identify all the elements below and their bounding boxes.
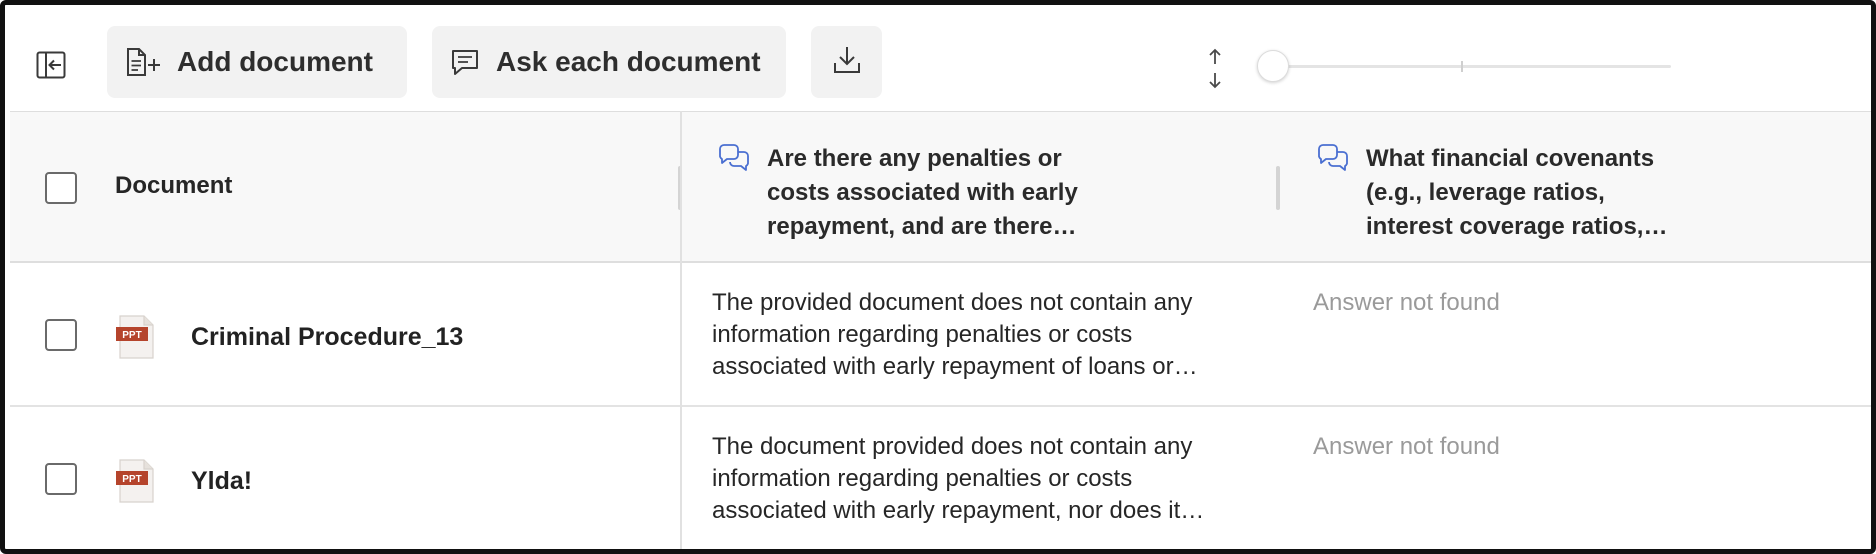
row-height-slider[interactable]	[1257, 49, 1671, 85]
app-window: Add document Ask each document Document …	[0, 0, 1876, 554]
add-document-label: Add document	[177, 46, 373, 77]
document-table: Document Are there any penalties or cost…	[10, 111, 1871, 549]
answer-not-found[interactable]: Answer not found	[1313, 287, 1500, 319]
table-row[interactable]: PPT Criminal Procedure_13 The provided d…	[10, 263, 1871, 407]
column-divider	[680, 111, 682, 549]
table-header: Document Are there any penalties or cost…	[10, 111, 1871, 263]
ppt-file-icon: PPT	[116, 315, 156, 359]
ppt-file-icon: PPT	[116, 459, 156, 503]
toolbar: Add document Ask each document	[5, 5, 1871, 108]
select-all-checkbox[interactable]	[45, 172, 77, 204]
question-column-header[interactable]: What financial covenants (e.g., leverage…	[1366, 142, 1696, 244]
download-icon	[832, 44, 862, 81]
answer-cell[interactable]: The document provided does not contain a…	[712, 431, 1242, 527]
slider-thumb[interactable]	[1257, 50, 1289, 82]
column-resize-handle[interactable]	[1276, 166, 1280, 210]
document-add-icon	[125, 47, 161, 77]
row-checkbox[interactable]	[45, 319, 77, 351]
ask-each-document-button[interactable]: Ask each document	[432, 26, 786, 98]
slider-track	[1269, 65, 1671, 68]
add-document-button[interactable]: Add document	[107, 26, 407, 98]
sidebar-collapse-icon[interactable]	[31, 45, 71, 85]
ppt-badge-text: PPT	[122, 330, 141, 341]
document-name[interactable]: Criminal Procedure_13	[191, 323, 463, 352]
answer-not-found[interactable]: Answer not found	[1313, 431, 1500, 463]
chat-bubbles-icon	[717, 144, 751, 172]
vertical-resize-icon[interactable]	[1201, 47, 1229, 91]
answer-cell[interactable]: The provided document does not contain a…	[712, 287, 1242, 383]
download-button[interactable]	[811, 26, 882, 98]
document-column-header[interactable]: Document	[115, 172, 232, 200]
table-row[interactable]: PPT Ylda! The document provided does not…	[10, 407, 1871, 549]
chat-icon	[450, 47, 480, 77]
document-name[interactable]: Ylda!	[191, 467, 252, 496]
ask-each-document-label: Ask each document	[496, 46, 761, 77]
chat-bubbles-icon	[1316, 144, 1350, 172]
row-checkbox[interactable]	[45, 463, 77, 495]
slider-tick	[1461, 61, 1463, 72]
question-column-header[interactable]: Are there any penalties or costs associa…	[767, 142, 1097, 244]
ppt-badge-text: PPT	[122, 474, 141, 485]
